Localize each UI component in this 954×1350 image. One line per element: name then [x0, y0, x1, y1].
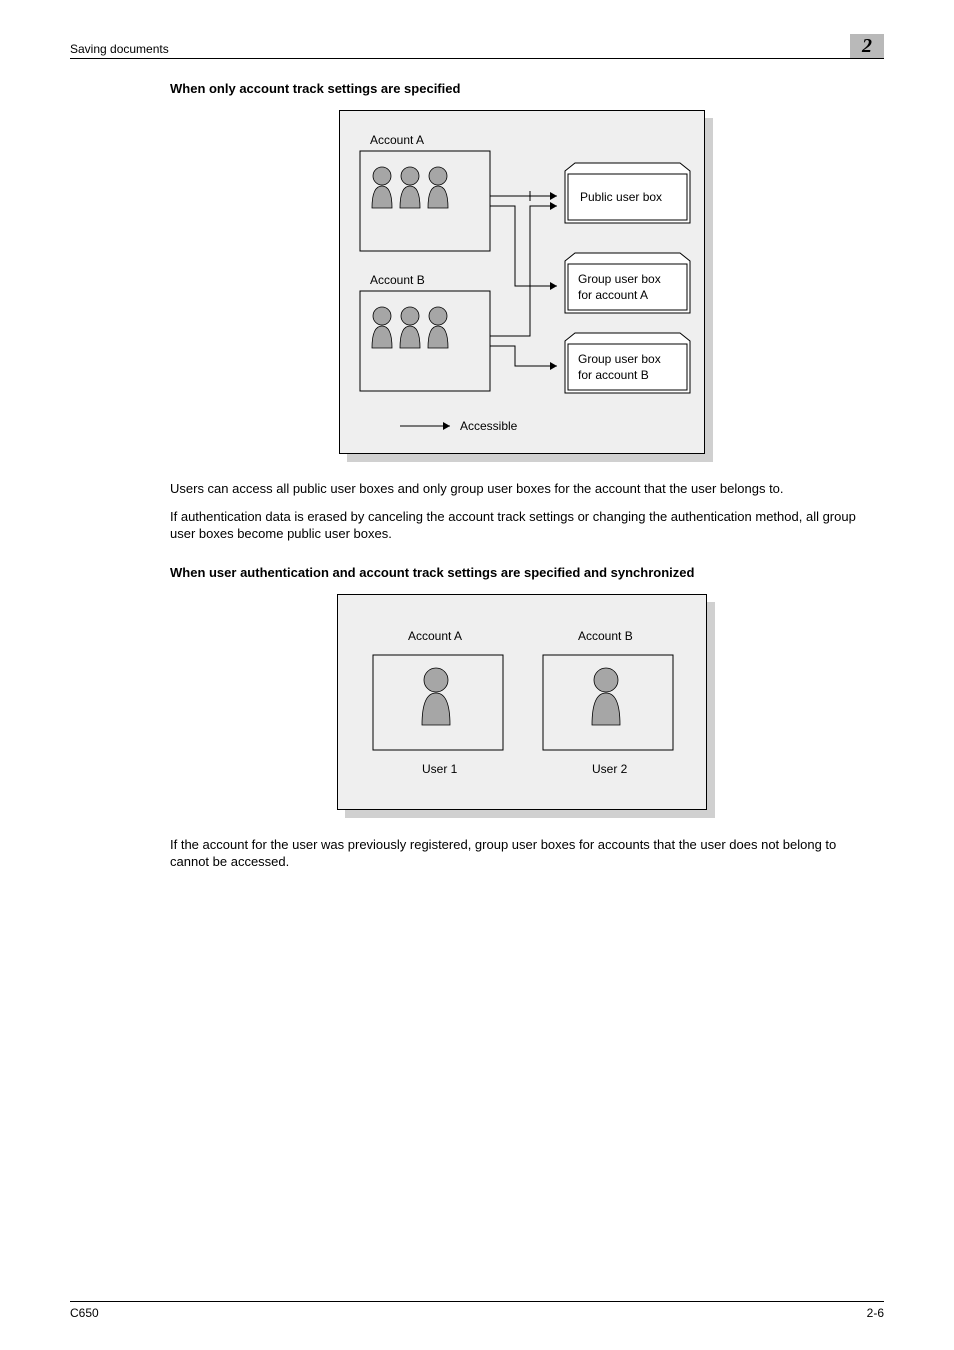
- diagram-auth-sync: Account A Account B User 1 User 2: [337, 594, 707, 810]
- section1-para1: Users can access all public user boxes a…: [170, 480, 874, 498]
- d1-group-b-l2: for account B: [578, 368, 649, 382]
- d1-legend-accessible: Accessible: [460, 419, 518, 433]
- diagram2-svg: Account A Account B User 1 User 2: [338, 595, 708, 811]
- section1-title: When only account track settings are spe…: [170, 81, 874, 96]
- d2-account-b-label: Account B: [578, 629, 633, 643]
- section2-title: When user authentication and account tra…: [170, 565, 874, 580]
- header-section-name: Saving documents: [70, 42, 169, 56]
- d1-group-a-l1: Group user box: [578, 272, 661, 286]
- d1-public-box-label: Public user box: [580, 190, 662, 204]
- diagram-account-track: Account A Account B: [339, 110, 705, 454]
- diagram1-svg: Account A Account B: [340, 111, 706, 455]
- page-footer: C650 2-6: [70, 1301, 884, 1320]
- d2-user1-label: User 1: [422, 762, 458, 776]
- section2-para1: If the account for the user was previous…: [170, 836, 874, 871]
- section1-para2: If authentication data is erased by canc…: [170, 508, 874, 543]
- chapter-badge: 2: [850, 34, 884, 58]
- d1-group-b-l1: Group user box: [578, 352, 661, 366]
- page-header: Saving documents 2: [70, 34, 884, 59]
- d1-group-a-l2: for account A: [578, 288, 648, 302]
- footer-left: C650: [70, 1306, 99, 1320]
- d1-account-b-label: Account B: [370, 273, 425, 287]
- footer-right: 2-6: [867, 1306, 884, 1320]
- d1-account-a-label: Account A: [370, 133, 424, 147]
- d2-account-a-label: Account A: [408, 629, 462, 643]
- d2-user2-label: User 2: [592, 762, 628, 776]
